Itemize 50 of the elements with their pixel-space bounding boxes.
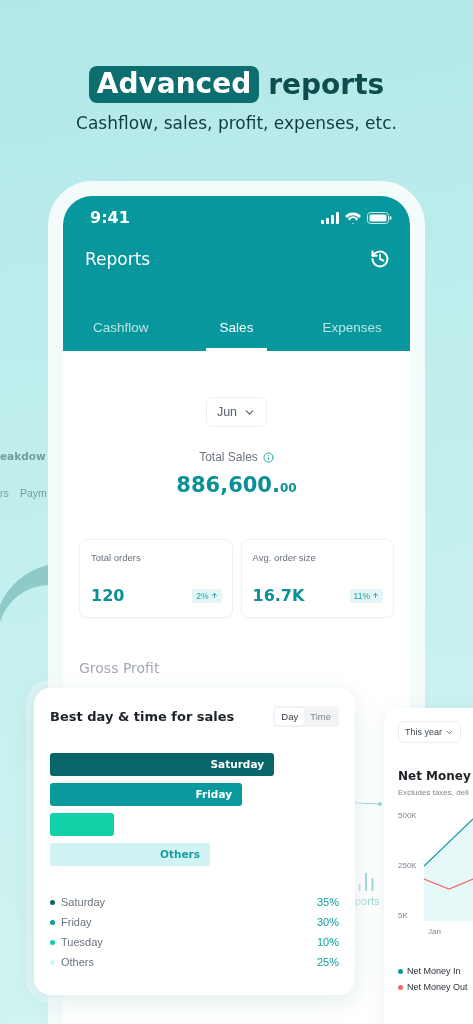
info-icon[interactable] bbox=[262, 451, 274, 463]
headline: reports bbox=[268, 68, 385, 101]
tab[interactable]: Sales bbox=[205, 320, 268, 351]
card-subtitle: Excludes taxes, deli bbox=[398, 788, 469, 797]
wifi-icon bbox=[345, 211, 361, 224]
change-badge: 11% bbox=[349, 588, 383, 603]
legend-value: 25% bbox=[316, 956, 339, 968]
legend-label: Friday bbox=[61, 916, 93, 928]
stat-label: Total orders bbox=[91, 552, 142, 563]
legend-value: 35% bbox=[316, 896, 339, 908]
status-time: 9:41 bbox=[90, 208, 130, 227]
legend-label: Tuesday bbox=[61, 936, 104, 948]
period-dropdown[interactable]: This year bbox=[398, 721, 461, 743]
card-title: Best day & time for sales bbox=[50, 709, 235, 724]
change-badge: 2% bbox=[192, 588, 222, 603]
section-title: Gross Profit bbox=[79, 660, 160, 676]
legend-label: Net Money In bbox=[407, 966, 461, 976]
legend-label: Net Money Out bbox=[407, 982, 468, 992]
x-tick-label: Jan bbox=[428, 927, 441, 936]
legend-value: 10% bbox=[316, 936, 339, 948]
total-label: Total Sales bbox=[199, 450, 258, 464]
y-tick-label: 5K bbox=[398, 911, 408, 920]
legend-label: Others bbox=[61, 956, 95, 968]
tab[interactable]: Cashflow bbox=[79, 320, 163, 351]
y-tick-label: 500K bbox=[398, 811, 417, 820]
stat-label: Avg. order size bbox=[252, 552, 317, 563]
legend-label: Saturday bbox=[61, 896, 107, 908]
total-value: 886,600.00 bbox=[176, 473, 297, 497]
donut-arc-drawing bbox=[0, 565, 48, 623]
background-tab-label: rs bbox=[0, 487, 9, 499]
bar-label: Others bbox=[160, 848, 200, 860]
headline-subtitle: Cashflow, sales, profit, expenses, etc. bbox=[76, 113, 397, 133]
battery-icon bbox=[367, 211, 392, 224]
stat-value: 120 bbox=[91, 586, 125, 605]
stat-value: 16.7K bbox=[252, 586, 305, 605]
screen-title: Reports bbox=[85, 249, 151, 269]
segment[interactable]: Day bbox=[275, 708, 305, 725]
segment[interactable]: Time bbox=[304, 708, 337, 725]
bar-label: Saturday bbox=[210, 758, 264, 770]
background-tab-label: Paym bbox=[20, 487, 47, 499]
background-title: eakdow bbox=[0, 450, 46, 462]
bar-label: Friday bbox=[195, 788, 232, 800]
tab[interactable]: Expenses bbox=[308, 320, 396, 351]
month-dropdown[interactable]: Jun bbox=[205, 397, 268, 427]
headline-highlight: Advanced bbox=[88, 66, 260, 103]
card-title: Net Money bbox=[398, 769, 471, 783]
y-tick-label: 250K bbox=[398, 861, 417, 870]
legend-value: 30% bbox=[316, 916, 339, 928]
signal-icon bbox=[321, 211, 339, 224]
history-icon[interactable] bbox=[370, 249, 390, 269]
